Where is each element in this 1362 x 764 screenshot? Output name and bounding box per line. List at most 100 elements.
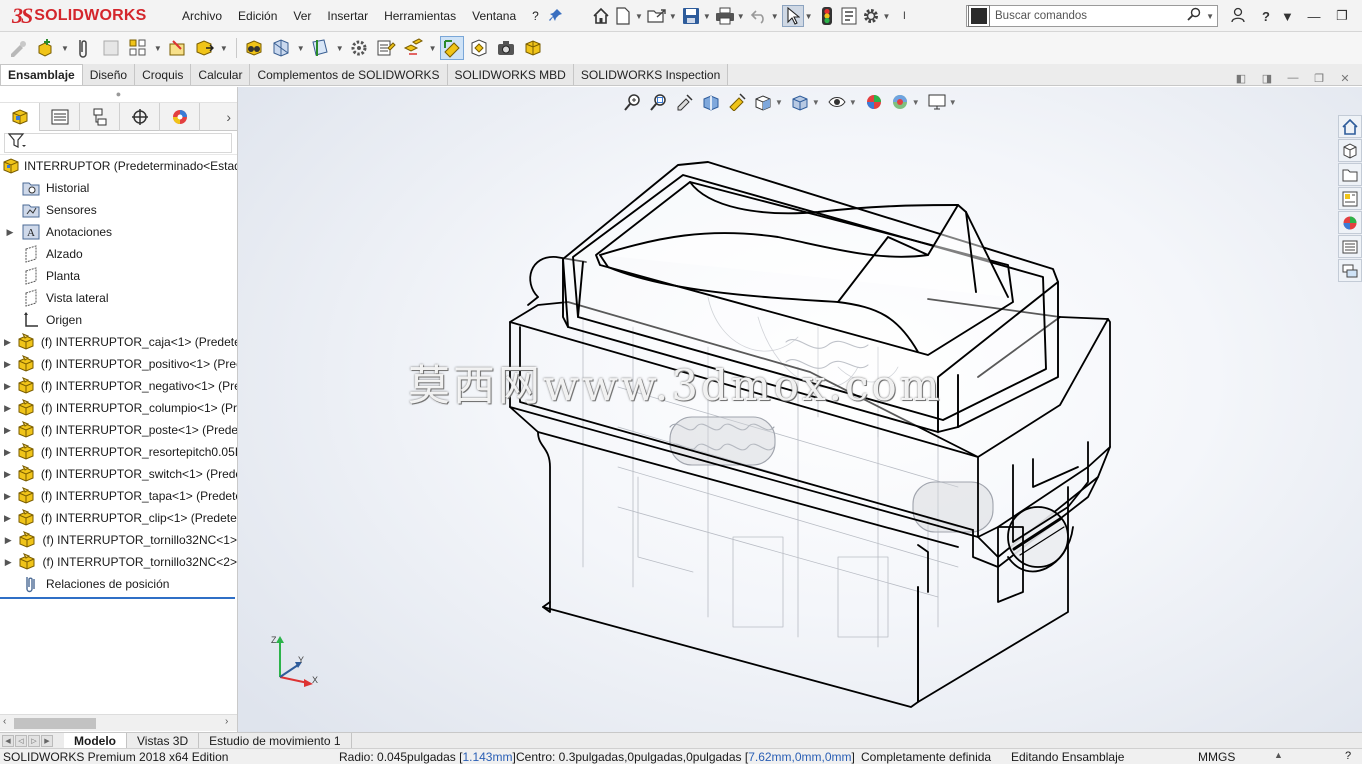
select-pointer-icon[interactable]	[781, 5, 804, 27]
search-icon[interactable]	[1187, 7, 1205, 25]
tab-complementos[interactable]: Complementos de SOLIDWORKS	[250, 64, 448, 85]
last-tab-icon[interactable]: ▶	[41, 734, 53, 747]
expand-arrow-icon[interactable]: ▶	[4, 359, 11, 370]
undo-icon[interactable]	[748, 5, 770, 27]
tree-node-f-interruptor-negativo-1-pre[interactable]: ▶ (f) INTERRUPTOR_negativo<1> (Pre	[0, 375, 237, 397]
tree-node-anotaciones[interactable]: ▶ A Anotaciones	[0, 221, 237, 243]
tab-estudio-movimiento[interactable]: Estudio de movimiento 1	[199, 732, 352, 749]
tab-croquis[interactable]: Croquis	[135, 64, 192, 85]
graphics-area[interactable]: ▼ ▼ ▼ ▼ ▼ 莫西网www.3dmox.com Z Y X	[238, 87, 1362, 732]
assembly-features-icon[interactable]	[269, 36, 293, 60]
tree-node-f-interruptor-tornillo32nc-2[interactable]: ▶ (f) INTERRUPTOR_tornillo32NC<2>	[0, 551, 237, 573]
print-dropdown-icon[interactable]: ▼	[737, 12, 745, 21]
expand-arrow-icon[interactable]: ▶	[4, 381, 11, 392]
linear-pattern-icon[interactable]	[126, 36, 150, 60]
filter-input[interactable]	[4, 132, 232, 153]
panel-horizontal-scrollbar[interactable]: ‹ ›	[0, 714, 237, 731]
scroll-left-icon[interactable]: ‹	[3, 716, 6, 727]
menu-archivo[interactable]: Archivo	[182, 9, 222, 23]
pin-menu-icon[interactable]	[549, 8, 565, 24]
tab-ensamblaje[interactable]: Ensamblaje	[0, 64, 83, 85]
next-tab-icon[interactable]: ▷	[28, 734, 40, 747]
new-motion-study-icon[interactable]	[347, 36, 371, 60]
tree-node-historial[interactable]: Historial	[0, 177, 237, 199]
exploded-view-dropdown-icon[interactable]: ▼	[429, 44, 437, 53]
user-account-icon[interactable]	[1224, 7, 1252, 26]
status-help-icon[interactable]: ?	[1345, 750, 1351, 762]
tab-calcular[interactable]: Calcular	[191, 64, 251, 85]
expand-arrow-icon[interactable]: ▶	[4, 513, 11, 524]
expand-arrow-icon[interactable]: ▶	[4, 557, 12, 568]
tree-node-alzado[interactable]: Alzado	[0, 243, 237, 265]
component-preview-icon[interactable]	[99, 36, 123, 60]
expand-arrow-icon[interactable]: ▶	[4, 227, 16, 238]
tab-solidworks-inspection[interactable]: SOLIDWORKS Inspection	[573, 64, 729, 85]
close-icon[interactable]: ✕	[1356, 8, 1362, 24]
tree-node-origen[interactable]: Origen	[0, 309, 237, 331]
tree-node-f-interruptor-columpio-1-pr[interactable]: ▶ (f) INTERRUPTOR_columpio<1> (Pr	[0, 397, 237, 419]
expand-arrow-icon[interactable]: ▶	[4, 403, 11, 414]
mate-icon[interactable]	[72, 36, 96, 60]
home-icon[interactable]	[590, 5, 612, 27]
tab-vistas-3d[interactable]: Vistas 3D	[127, 732, 200, 749]
command-search-mode-icon[interactable]	[968, 5, 990, 27]
menu-insertar[interactable]: Insertar	[327, 9, 368, 23]
pattern-dropdown-icon[interactable]: ▼	[154, 44, 162, 53]
tile-right-icon[interactable]: ◨	[1254, 72, 1280, 85]
first-tab-icon[interactable]: ◀	[2, 734, 14, 747]
show-hidden-components-icon[interactable]	[242, 36, 266, 60]
tree-node-f-interruptor-tornillo32nc-1[interactable]: ▶ (f) INTERRUPTOR_tornillo32NC<1>	[0, 529, 237, 551]
exploded-view-icon[interactable]	[401, 36, 425, 60]
panel-grip[interactable]: ●	[0, 87, 237, 103]
menu-ventana[interactable]: Ventana	[472, 9, 516, 23]
select-dropdown-icon[interactable]: ▼	[805, 12, 813, 21]
task-pane-file-explorer-icon[interactable]	[1338, 163, 1362, 186]
menu-edicion[interactable]: Edición	[238, 9, 277, 23]
edit-component-icon[interactable]	[6, 36, 30, 60]
tree-node-relaciones-de-posici-n[interactable]: Relaciones de posición	[0, 573, 237, 595]
task-pane-view-palette-icon[interactable]	[1338, 187, 1362, 210]
tab-diseno[interactable]: Diseño	[82, 64, 136, 85]
large-assembly-mode-icon[interactable]	[521, 36, 545, 60]
featuremanager-tab-icon[interactable]	[0, 103, 40, 131]
filter-icon[interactable]	[7, 133, 26, 152]
tile-left-icon[interactable]: ◧	[1228, 72, 1254, 85]
reference-geometry-icon[interactable]	[308, 36, 332, 60]
tree-node-planta[interactable]: Planta	[0, 265, 237, 287]
open-dropdown-icon[interactable]: ▼	[669, 12, 677, 21]
menu-ver[interactable]: Ver	[293, 9, 311, 23]
rebuild-icon[interactable]	[816, 5, 838, 27]
smart-fasteners-icon[interactable]	[165, 36, 189, 60]
take-snapshot-icon[interactable]	[494, 36, 518, 60]
save-icon[interactable]	[680, 5, 702, 27]
print-icon[interactable]	[714, 5, 736, 27]
options-gear-icon[interactable]	[860, 5, 882, 27]
move-component-icon[interactable]	[192, 36, 216, 60]
task-pane-custom-properties-icon[interactable]	[1338, 235, 1362, 258]
save-dropdown-icon[interactable]: ▼	[703, 12, 711, 21]
status-units[interactable]: MMGS	[1198, 750, 1235, 764]
scroll-thumb[interactable]	[14, 718, 96, 729]
tree-node-f-interruptor-poste-1-predet[interactable]: ▶ (f) INTERRUPTOR_poste<1> (Predet	[0, 419, 237, 441]
instant3d-icon[interactable]	[439, 36, 464, 60]
open-document-icon[interactable]	[646, 5, 668, 27]
new-dropdown-icon[interactable]: ▼	[635, 12, 643, 21]
assembly-features-dropdown-icon[interactable]: ▼	[297, 44, 305, 53]
search-commands[interactable]: Buscar comandos ▼	[966, 5, 1218, 27]
menu-herramientas[interactable]: Herramientas	[384, 9, 456, 23]
expand-arrow-icon[interactable]: ▶	[4, 469, 11, 480]
tree-node-f-interruptor-resortepitch0-05in[interactable]: ▶ (f) INTERRUPTOR_resortepitch0.05IN	[0, 441, 237, 463]
configurationmanager-tab-icon[interactable]	[80, 103, 120, 131]
tab-modelo[interactable]: Modelo	[64, 732, 127, 749]
expand-arrow-icon[interactable]: ▶	[4, 535, 12, 546]
restore-icon[interactable]: ❐	[1328, 8, 1356, 24]
dimxpert-tab-icon[interactable]	[120, 103, 160, 131]
task-pane-forum-icon[interactable]	[1338, 259, 1362, 282]
task-pane-appearances-icon[interactable]	[1338, 211, 1362, 234]
update-speedpak-icon[interactable]	[467, 36, 491, 60]
tree-node-f-interruptor-positivo-1-prec[interactable]: ▶ (f) INTERRUPTOR_positivo<1> (Prec	[0, 353, 237, 375]
propertymanager-tab-icon[interactable]	[40, 103, 80, 131]
tab-solidworks-mbd[interactable]: SOLIDWORKS MBD	[447, 64, 574, 85]
search-input[interactable]: Buscar comandos	[995, 10, 1187, 22]
tree-node-f-interruptor-switch-1-prede[interactable]: ▶ (f) INTERRUPTOR_switch<1> (Prede	[0, 463, 237, 485]
